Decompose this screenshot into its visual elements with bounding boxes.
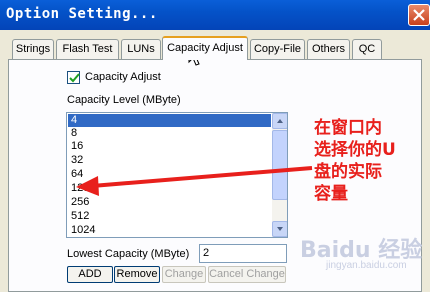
tab-capacity-adjust[interactable]: Capacity Adjust <box>162 36 248 60</box>
change-button[interactable]: Change <box>162 266 206 283</box>
lowest-capacity-input[interactable]: 2 <box>199 244 287 263</box>
annotation-line-4: 容量 <box>314 184 348 204</box>
remove-button[interactable]: Remove <box>114 266 160 283</box>
annotation-line-2: 选择你的U <box>314 140 396 160</box>
lowest-capacity-label: Lowest Capacity (MByte) <box>67 248 190 260</box>
watermark-url: jingyan.baidu.com <box>326 260 407 271</box>
annotation-line-1: 在窗口内 <box>314 118 382 138</box>
add-button[interactable]: ADD <box>67 266 113 283</box>
cancel-change-button[interactable]: Cancel Change <box>208 266 286 283</box>
annotation-line-3: 盘的实际 <box>314 162 382 182</box>
